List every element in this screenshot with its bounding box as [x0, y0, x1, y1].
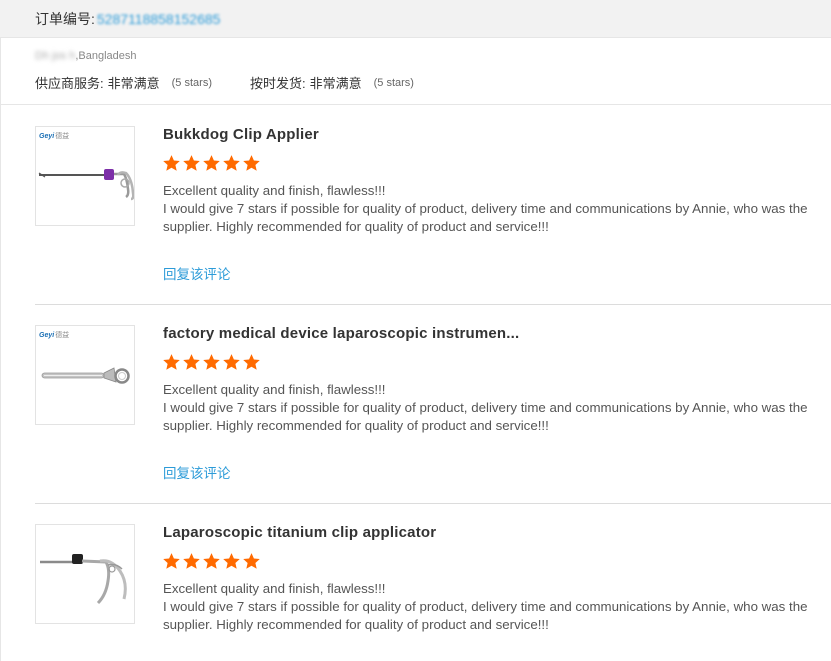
star-icon: [183, 354, 200, 370]
star-icon: [183, 155, 200, 171]
product-thumbnail[interactable]: Geyi德益: [35, 325, 135, 425]
reply-review-link[interactable]: 回复该评论: [163, 462, 231, 482]
star-icon: [243, 155, 260, 171]
rating-label: 按时发货:: [249, 76, 306, 91]
star-icon: [183, 553, 200, 569]
review-comment-line: Excellent quality and finish, flawless!!…: [163, 581, 386, 596]
laparoscopic-instrument-image: [41, 367, 130, 384]
star-icon: [163, 155, 180, 171]
buyer-name-masked: Dh jos h: [35, 50, 76, 62]
star-icon: [203, 553, 220, 569]
product-thumbnail[interactable]: [35, 524, 135, 624]
left-border: [0, 38, 1, 661]
product-title[interactable]: Bukkdog Clip Applier: [163, 126, 319, 143]
buyer-country: ,Bangladesh: [75, 50, 137, 62]
product-thumbnail[interactable]: Geyi德益: [35, 126, 135, 226]
product-title[interactable]: Laparoscopic titanium clip applicator: [163, 524, 436, 541]
review-stars: [162, 353, 262, 371]
review-divider: [35, 503, 831, 504]
star-icon: [223, 553, 240, 569]
order-header: 订单编号: 5287118858152685: [0, 0, 831, 38]
review-text: Excellent quality and finish, flawless!!…: [163, 182, 823, 236]
titanium-clip-applicator-image: [40, 554, 127, 605]
clip-applier-image: [38, 169, 134, 201]
supplier-ratings: 供应商服务: 非常满意 (5 stars) 按时发货: 非常满意 (5 star…: [35, 73, 414, 92]
product-title[interactable]: factory medical device laparoscopic inst…: [163, 325, 519, 342]
review-stars: [162, 552, 262, 570]
reply-review-link[interactable]: 回复该评论: [163, 263, 231, 283]
buyer-location: Dh jos h,Bangladesh: [35, 50, 137, 62]
star-icon: [203, 155, 220, 171]
order-number-link[interactable]: 5287118858152685: [97, 11, 221, 27]
order-summary: Dh jos h,Bangladesh 供应商服务: 非常满意 (5 stars…: [0, 38, 831, 105]
review-comment-line: Excellent quality and finish, flawless!!…: [163, 382, 386, 397]
rating-stars-text: (5 stars): [373, 76, 414, 89]
star-icon: [243, 553, 260, 569]
star-icon: [223, 155, 240, 171]
rating-supplier-service: 供应商服务: 非常满意 (5 stars): [35, 73, 212, 92]
star-icon: [163, 553, 180, 569]
rating-label: 供应商服务:: [35, 76, 104, 91]
review-divider: [35, 304, 831, 305]
rating-value: 非常满意: [309, 76, 362, 91]
order-number-label: 订单编号:: [35, 10, 95, 27]
rating-value: 非常满意: [107, 76, 160, 91]
star-icon: [243, 354, 260, 370]
review-text: Excellent quality and finish, flawless!!…: [163, 580, 823, 634]
rating-on-time-delivery: 按时发货: 非常满意 (5 stars): [250, 73, 414, 92]
star-icon: [203, 354, 220, 370]
star-icon: [163, 354, 180, 370]
review-comment-body: I would give 7 stars if possible for qua…: [163, 599, 808, 632]
rating-stars-text: (5 stars): [171, 76, 212, 89]
review-text: Excellent quality and finish, flawless!!…: [163, 381, 823, 435]
review-comment-line: Excellent quality and finish, flawless!!…: [163, 183, 386, 198]
star-icon: [223, 354, 240, 370]
review-comment-body: I would give 7 stars if possible for qua…: [163, 400, 808, 433]
review-stars: [162, 154, 262, 172]
review-comment-body: I would give 7 stars if possible for qua…: [163, 201, 808, 234]
